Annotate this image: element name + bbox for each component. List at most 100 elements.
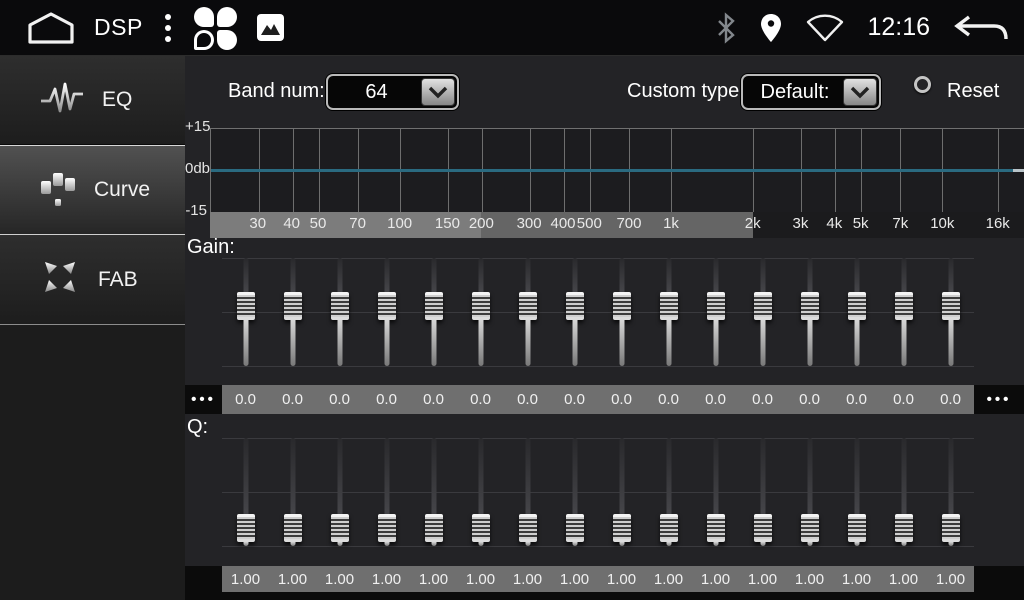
q-slider[interactable]: [739, 428, 786, 560]
gain-values: 0.00.00.00.00.00.00.00.00.00.00.00.00.00…: [222, 385, 974, 414]
freq-tick-label: 16k: [986, 215, 1010, 232]
gain-slider[interactable]: [410, 248, 457, 380]
slider-track-lower: [290, 320, 295, 366]
chevron-down-icon[interactable]: [421, 78, 455, 106]
slider-thumb[interactable]: [519, 292, 537, 320]
gain-slider[interactable]: [927, 248, 974, 380]
q-slider[interactable]: [504, 428, 551, 560]
slider-thumb[interactable]: [707, 514, 725, 542]
slider-thumb[interactable]: [848, 292, 866, 320]
gain-slider[interactable]: [457, 248, 504, 380]
band-num-dropdown[interactable]: 64: [326, 74, 459, 110]
gain-slider[interactable]: [739, 248, 786, 380]
slider-thumb[interactable]: [237, 292, 255, 320]
slider-thumb[interactable]: [801, 514, 819, 542]
home-icon[interactable]: [26, 11, 76, 45]
q-slider[interactable]: [457, 428, 504, 560]
sidebar-item-curve[interactable]: Curve: [0, 145, 185, 235]
q-slider[interactable]: [410, 428, 457, 560]
slider-track-lower: [478, 320, 483, 366]
slider-thumb[interactable]: [660, 514, 678, 542]
q-slider[interactable]: [551, 428, 598, 560]
gain-slider[interactable]: [692, 248, 739, 380]
gain-value: 0.0: [880, 391, 927, 408]
gain-scroll-right-button[interactable]: •••: [974, 385, 1024, 414]
gain-slider[interactable]: [880, 248, 927, 380]
slider-thumb[interactable]: [378, 292, 396, 320]
gain-slider[interactable]: [269, 248, 316, 380]
slider-thumb[interactable]: [519, 514, 537, 542]
q-slider[interactable]: [786, 428, 833, 560]
slider-track-lower: [901, 542, 906, 546]
gain-slider[interactable]: [363, 248, 410, 380]
slider-thumb[interactable]: [895, 292, 913, 320]
slider-thumb[interactable]: [942, 514, 960, 542]
slider-thumb[interactable]: [801, 292, 819, 320]
slider-thumb[interactable]: [895, 514, 913, 542]
slider-thumb[interactable]: [425, 514, 443, 542]
slider-track-upper: [478, 258, 483, 292]
slider-thumb[interactable]: [707, 292, 725, 320]
q-slider[interactable]: [222, 428, 269, 560]
slider-thumb[interactable]: [942, 292, 960, 320]
gain-value: 0.0: [833, 391, 880, 408]
clover-apps-icon[interactable]: [193, 5, 239, 51]
q-slider[interactable]: [880, 428, 927, 560]
q-slider[interactable]: [927, 428, 974, 560]
slider-thumb[interactable]: [284, 514, 302, 542]
slider-track-lower: [760, 320, 765, 366]
back-icon[interactable]: [952, 11, 1010, 45]
gain-value: 0.0: [598, 391, 645, 408]
slider-thumb[interactable]: [754, 514, 772, 542]
q-slider[interactable]: [363, 428, 410, 560]
sidebar-item-eq[interactable]: EQ: [0, 56, 185, 145]
eq-plot[interactable]: [210, 128, 1024, 212]
slider-thumb[interactable]: [378, 514, 396, 542]
q-slider[interactable]: [598, 428, 645, 560]
chevron-down-icon[interactable]: [843, 78, 877, 106]
gain-value: 0.0: [927, 391, 974, 408]
q-slider[interactable]: [692, 428, 739, 560]
q-slider[interactable]: [269, 428, 316, 560]
gain-slider[interactable]: [833, 248, 880, 380]
gain-slider[interactable]: [316, 248, 363, 380]
gain-slider[interactable]: [598, 248, 645, 380]
slider-thumb[interactable]: [613, 292, 631, 320]
gain-slider[interactable]: [504, 248, 551, 380]
slider-thumb[interactable]: [848, 514, 866, 542]
slider-thumb[interactable]: [284, 292, 302, 320]
kebab-menu-icon[interactable]: [161, 14, 175, 42]
q-value: 1.00: [457, 571, 504, 588]
slider-thumb[interactable]: [472, 514, 490, 542]
slider-thumb[interactable]: [331, 292, 349, 320]
gain-slider[interactable]: [222, 248, 269, 380]
q-scroll-left-button[interactable]: [185, 566, 222, 593]
slider-thumb[interactable]: [331, 514, 349, 542]
bluetooth-icon: [715, 12, 737, 44]
q-slider[interactable]: [833, 428, 880, 560]
reset-radio[interactable]: [914, 76, 931, 93]
slider-track-upper: [713, 438, 718, 514]
slider-thumb[interactable]: [613, 514, 631, 542]
gain-slider[interactable]: [786, 248, 833, 380]
gain-slider[interactable]: [551, 248, 598, 380]
q-slider[interactable]: [316, 428, 363, 560]
slider-track-lower: [243, 320, 248, 366]
slider-thumb[interactable]: [566, 292, 584, 320]
q-section-label: Q:: [187, 416, 208, 439]
gain-scroll-left-button[interactable]: •••: [185, 385, 222, 414]
sidebar-item-fab[interactable]: FAB: [0, 235, 185, 325]
gain-slider[interactable]: [645, 248, 692, 380]
slider-thumb[interactable]: [754, 292, 772, 320]
slider-thumb[interactable]: [660, 292, 678, 320]
slider-track-lower: [619, 542, 624, 546]
slider-thumb[interactable]: [425, 292, 443, 320]
slider-thumb[interactable]: [472, 292, 490, 320]
slider-track-lower: [666, 320, 671, 366]
q-scroll-right-button[interactable]: [974, 566, 1024, 593]
q-slider[interactable]: [645, 428, 692, 560]
gallery-icon[interactable]: [257, 14, 284, 41]
custom-type-dropdown[interactable]: Default:: [741, 74, 881, 110]
slider-thumb[interactable]: [566, 514, 584, 542]
slider-thumb[interactable]: [237, 514, 255, 542]
